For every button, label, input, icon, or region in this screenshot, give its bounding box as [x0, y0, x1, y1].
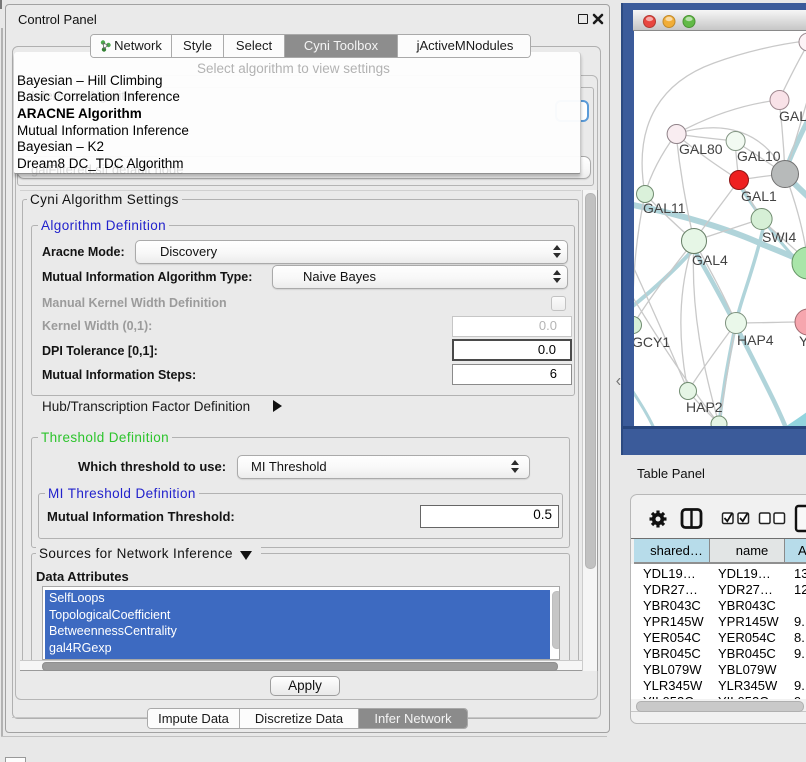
svg-text:GAL10: GAL10 — [737, 148, 781, 164]
svg-text:HAP4: HAP4 — [737, 332, 774, 348]
svg-text:Y: Y — [799, 333, 806, 349]
svg-text:GAL11: GAL11 — [643, 200, 686, 216]
svg-text:GAL80: GAL80 — [679, 141, 723, 157]
svg-text:GAL4: GAL4 — [692, 252, 728, 268]
svg-text:GCY1: GCY1 — [634, 334, 670, 350]
svg-text:GAL: GAL — [779, 108, 806, 124]
svg-text:HAP2: HAP2 — [686, 399, 723, 415]
svg-text:SWI4: SWI4 — [762, 229, 796, 245]
svg-text:GAL1: GAL1 — [741, 188, 777, 204]
